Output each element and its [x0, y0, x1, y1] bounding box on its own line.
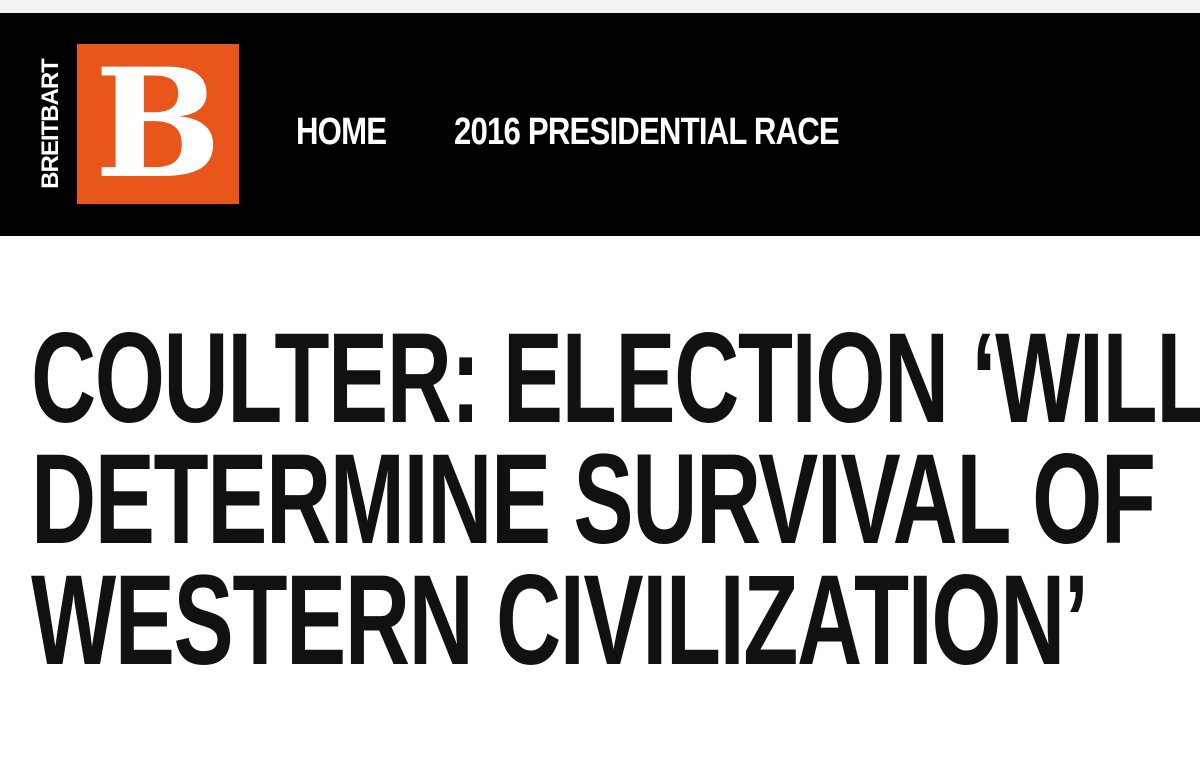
headline-line: COULTER: ELECTION ‘WILL: [31, 307, 1200, 450]
page: BREITBART B HOME 2016 PRESIDENTIAL RACE …: [0, 0, 1200, 773]
top-strip: [0, 0, 1200, 13]
site-header: BREITBART B HOME 2016 PRESIDENTIAL RACE: [0, 13, 1200, 236]
headline-line: DETERMINE SURVIVAL OF: [31, 428, 1156, 571]
nav-item-2016-presidential-race[interactable]: 2016 PRESIDENTIAL RACE: [454, 111, 840, 154]
main-nav: HOME 2016 PRESIDENTIAL RACE: [296, 111, 923, 154]
logo-wordmark-text: BREITBART: [37, 59, 64, 189]
logo-b-mark: B: [77, 44, 239, 204]
logo-wordmark: BREITBART: [31, 44, 71, 204]
nav-item-home[interactable]: HOME: [296, 111, 387, 154]
headline-line: WESTERN CIVILIZATION’: [31, 549, 1089, 692]
article-headline: COULTER: ELECTION ‘WILL DETERMINE SURVIV…: [31, 307, 1200, 692]
logo-letter: B: [94, 36, 222, 212]
site-logo[interactable]: BREITBART B: [31, 44, 239, 204]
